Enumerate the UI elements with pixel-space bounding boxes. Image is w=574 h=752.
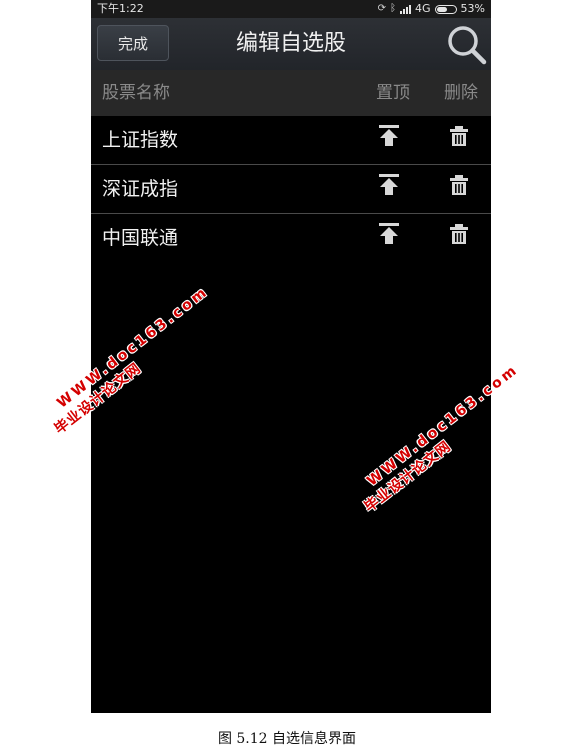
stock-list: 上证指数 深证成指 中国联通 xyxy=(91,116,491,262)
sync-icon: ⟳ xyxy=(377,3,387,14)
delete-button[interactable] xyxy=(448,125,470,147)
stock-name: 上证指数 xyxy=(102,129,179,151)
stock-name: 深证成指 xyxy=(102,178,179,200)
phone-screen: 下午1:22 ⟳ ᛒ 4G 53% 完成 编辑自选股 股票名称 置顶 删除 上证… xyxy=(91,0,491,713)
delete-button[interactable] xyxy=(448,223,470,245)
trash-icon xyxy=(450,224,468,244)
done-button[interactable]: 完成 xyxy=(97,25,169,61)
figure-caption: 图 5.12 自选信息界面 xyxy=(217,731,357,747)
battery-icon xyxy=(434,4,457,14)
signal-icon xyxy=(400,4,412,14)
pin-top-icon xyxy=(379,174,399,195)
delete-button[interactable] xyxy=(448,174,470,196)
pin-top-icon xyxy=(379,125,399,146)
stock-row[interactable]: 深证成指 xyxy=(91,165,491,214)
page: 下午1:22 ⟳ ᛒ 4G 53% 完成 编辑自选股 股票名称 置顶 删除 上证… xyxy=(0,0,574,752)
bluetooth-icon: ᛒ xyxy=(390,3,397,14)
pin-top-button[interactable] xyxy=(375,173,403,197)
search-icon xyxy=(448,26,487,65)
column-pin-top: 置顶 xyxy=(376,83,410,103)
stock-row[interactable]: 上证指数 xyxy=(91,116,491,165)
status-time: 下午1:22 xyxy=(97,2,144,15)
trash-icon xyxy=(450,126,468,146)
column-stock-name: 股票名称 xyxy=(102,83,170,103)
stock-name: 中国联通 xyxy=(102,227,179,249)
status-bar: 下午1:22 ⟳ ᛒ 4G 53% xyxy=(91,0,491,18)
network-type: 4G xyxy=(415,2,431,15)
search-button[interactable] xyxy=(443,22,489,66)
status-icons: ⟳ ᛒ 4G 53% xyxy=(378,0,485,18)
trash-icon xyxy=(450,175,468,195)
pin-top-icon xyxy=(379,223,399,244)
pin-top-button[interactable] xyxy=(375,124,403,148)
column-delete: 删除 xyxy=(444,83,478,103)
app-header: 完成 编辑自选股 xyxy=(91,18,491,70)
stock-row[interactable]: 中国联通 xyxy=(91,214,491,262)
pin-top-button[interactable] xyxy=(375,222,403,246)
battery-percent: 53% xyxy=(460,2,485,15)
column-header: 股票名称 置顶 删除 xyxy=(91,70,491,116)
